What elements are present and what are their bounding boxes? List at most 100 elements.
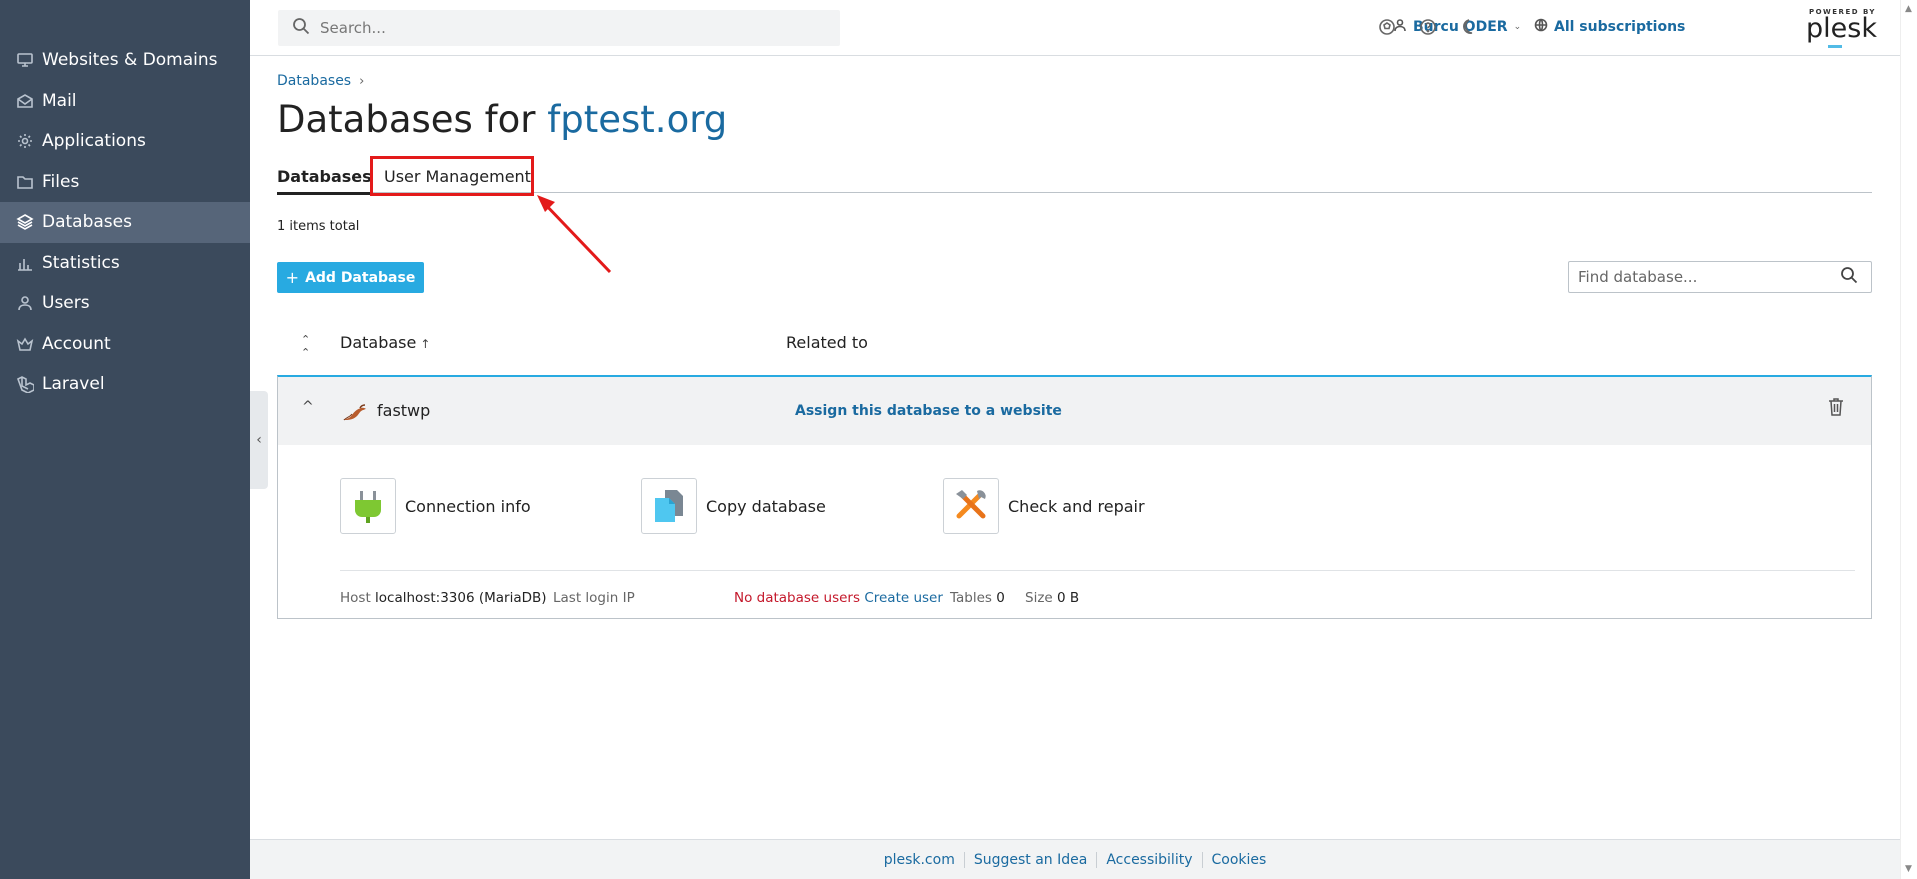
sidebar-item-statistics[interactable]: Statistics [0,243,250,284]
chevron-left-icon: ‹ [256,432,262,448]
expand-all-icon[interactable]: ⌃ ⌃ [301,333,310,359]
table-row: ^ fastwp Assign this database to a websi… [278,377,1871,445]
sidebar-item-applications[interactable]: Applications [0,121,250,162]
sidebar-item-mail[interactable]: Mail [0,81,250,122]
sidebar-item-label: Statistics [42,252,120,273]
trash-icon[interactable] [1827,397,1847,419]
footer-link-accessibility[interactable]: Accessibility [1096,851,1201,868]
assign-website-link[interactable]: Assign this database to a website [795,403,1062,419]
sidebar-item-label: Databases [42,212,132,233]
sidebar-item-label: Users [42,293,90,314]
size-label: Size [1025,590,1053,606]
add-database-button[interactable]: + Add Database [277,262,424,293]
copy-icon [641,478,697,534]
mail-icon [16,92,34,110]
add-database-label: Add Database [305,269,416,286]
footer-link-cookies[interactable]: Cookies [1201,851,1276,868]
sort-asc-icon: ↑ [420,337,431,351]
divider [340,570,1855,571]
last-login-ip: Last login IP [553,590,635,606]
scrollbar[interactable]: ▲ ▼ [1900,0,1917,879]
search-input[interactable] [320,19,820,37]
user-menu[interactable]: Burcu ODER ⌄ [1393,18,1521,36]
user-icon [16,294,34,312]
global-search [278,10,840,46]
brand-name: plesk [1806,13,1877,44]
all-subscriptions-link[interactable]: All subscriptions [1534,18,1685,36]
search-icon [292,17,310,39]
scroll-up-icon[interactable]: ▲ [1905,4,1912,14]
database-name[interactable]: fastwp [377,401,430,420]
laravel-icon [16,375,34,394]
scroll-down-icon[interactable]: ▼ [1905,864,1912,874]
database-card: ^ fastwp Assign this database to a websi… [277,375,1872,619]
host-value: localhost:3306 (MariaDB) [375,590,547,606]
plug-icon [340,478,396,534]
mariadb-seal-icon [342,404,366,421]
sidebar-item-label: Account [42,333,111,354]
sidebar-item-databases[interactable]: Databases [0,202,250,243]
gear-icon [16,132,34,150]
moon-icon[interactable] [1459,17,1479,37]
size-info: Size 0 B [1025,590,1079,606]
folder-icon [16,173,34,191]
size-value: 0 B [1057,590,1080,606]
monitor-icon [16,51,34,69]
table-header: ⌃ ⌃ Database ↑ Related to [277,333,1872,363]
search-icon[interactable] [1834,266,1858,288]
tables-value: 0 [996,590,1005,606]
bar-chart-icon [16,254,34,272]
soccer-ball-icon[interactable] [1377,17,1397,37]
sidebar-item-files[interactable]: Files [0,162,250,203]
topbar: Burcu ODER ⌄ All subscriptions POWERED B… [250,0,1917,56]
plus-icon: + [285,268,300,287]
database-users-info: No database users Create user [734,590,943,606]
host-info: Host localhost:3306 (MariaDB) [340,590,547,606]
create-user-link[interactable]: Create user [864,590,943,606]
chevron-up-icon[interactable]: ^ [302,399,314,415]
check-repair-tool[interactable]: Check and repair [943,478,1145,534]
sidebar-item-label: Mail [42,90,77,111]
all-subscriptions-label: All subscriptions [1554,19,1686,35]
tab-databases[interactable]: Databases [277,167,372,195]
sidebar-item-label: Laravel [42,374,105,395]
find-database-input[interactable] [1569,263,1834,291]
connection-info-tool[interactable]: Connection info [340,478,531,534]
plesk-logo: POWERED BY plesk [1806,8,1877,48]
find-database [1568,261,1872,293]
column-related: Related to [786,333,868,352]
host-label: Host [340,590,371,606]
annotation-arrow-icon [537,195,612,274]
sidebar-item-label: Websites & Domains [42,50,218,71]
footer-link-suggest-idea[interactable]: Suggest an Idea [963,851,1097,868]
copy-database-label: Copy database [706,496,826,516]
brand-bar [1828,45,1842,48]
sidebar-item-account[interactable]: Account [0,324,250,365]
chevron-down-icon: ⌄ [1513,22,1522,32]
sidebar: Websites & Domains Mail Applications Fil… [0,0,250,879]
connection-info-label: Connection info [405,496,531,516]
annotation-highlight-box [370,156,534,196]
globe-icon [1534,18,1554,36]
items-total: 1 items total [277,219,360,234]
sidebar-collapse-button[interactable]: ‹ [250,391,268,489]
sidebar-item-label: Applications [42,131,146,152]
help-icon[interactable] [1418,17,1438,37]
layers-icon [16,213,34,231]
sidebar-nav: Websites & Domains Mail Applications Fil… [0,40,250,405]
sidebar-item-users[interactable]: Users [0,283,250,324]
sidebar-item-laravel[interactable]: Laravel [0,364,250,405]
sidebar-item-label: Files [42,171,80,192]
column-database-label: Database [340,333,417,352]
check-repair-label: Check and repair [1008,496,1145,516]
footer-link-plesk[interactable]: plesk.com [875,852,964,868]
no-users-warning: No database users [734,590,861,606]
column-database[interactable]: Database ↑ [340,333,430,352]
footer: plesk.com Suggest an Idea Accessibility … [250,839,1900,879]
copy-database-tool[interactable]: Copy database [641,478,826,534]
tables-info: Tables 0 [950,590,1005,606]
tables-label: Tables [950,590,992,606]
tools-icon [943,478,999,534]
sidebar-item-websites-domains[interactable]: Websites & Domains [0,40,250,81]
crown-icon [16,335,34,353]
